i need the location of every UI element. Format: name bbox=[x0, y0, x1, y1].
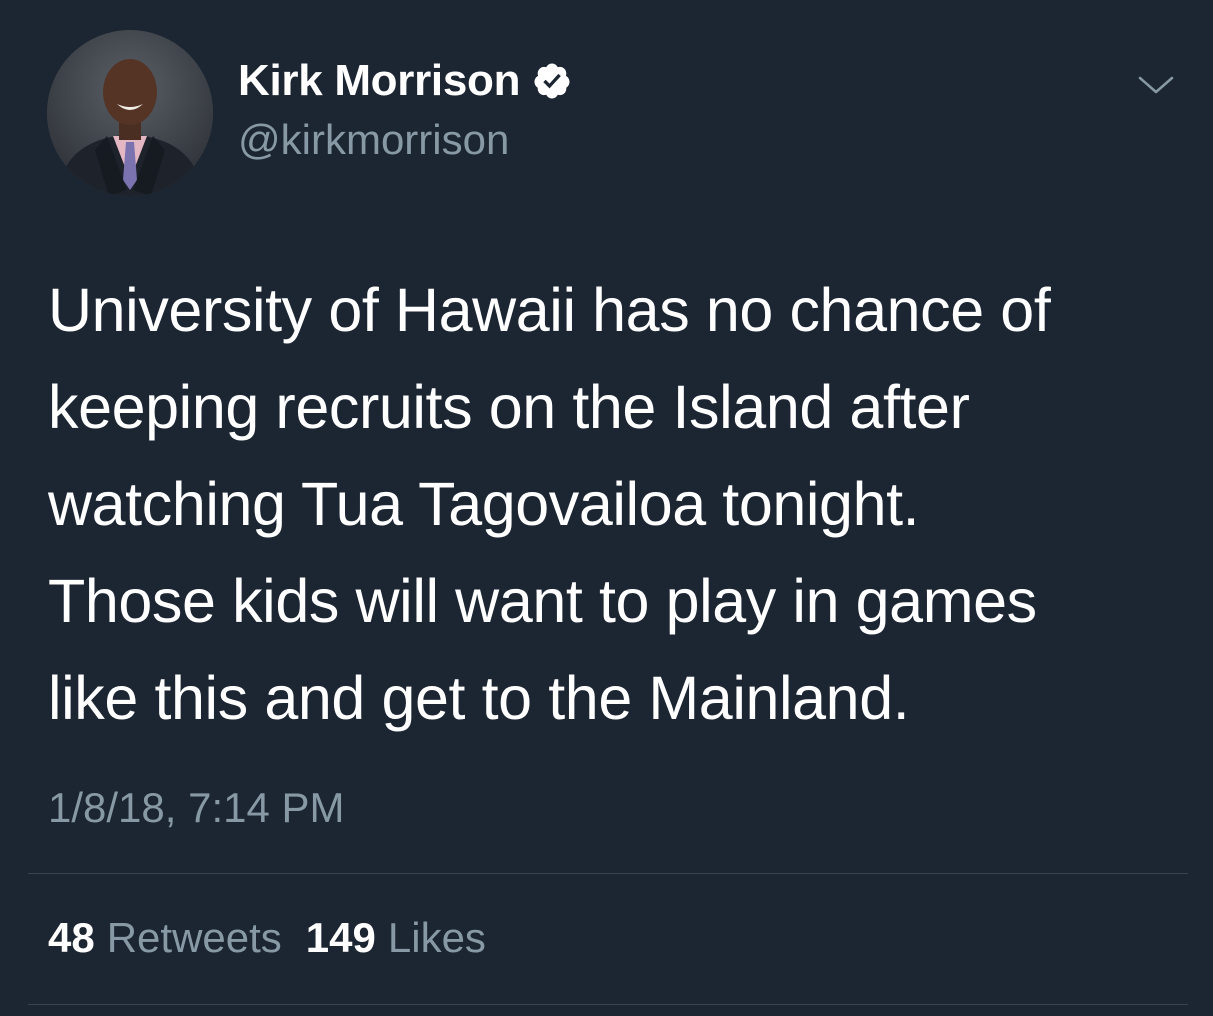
author-name-row[interactable]: Kirk Morrison bbox=[238, 54, 572, 108]
tweet-text-line: keeping recruits on the Island after bbox=[48, 373, 970, 441]
tweet-timestamp: 1/8/18, 7:14 PM bbox=[48, 784, 345, 831]
tweet-stats: 48 Retweets 149 Likes bbox=[48, 912, 510, 964]
chevron-down-icon[interactable] bbox=[1136, 70, 1176, 100]
author-handle[interactable]: @kirkmorrison bbox=[238, 114, 509, 166]
verified-badge-icon bbox=[532, 61, 572, 101]
tweet-text-line: like this and get to the Mainland. bbox=[48, 664, 910, 732]
likes-count: 149 bbox=[305, 914, 376, 961]
author-display-name[interactable]: Kirk Morrison bbox=[238, 54, 520, 108]
retweets-stat[interactable]: 48 Retweets bbox=[48, 912, 282, 964]
avatar-image bbox=[47, 30, 213, 196]
tweet-card: Kirk Morrison @kirkmorrison University o… bbox=[0, 0, 1213, 1016]
tweet-text-line: University of Hawaii has no chance of bbox=[48, 276, 1051, 344]
tweet-text: University of Hawaii has no chance of ke… bbox=[48, 262, 1168, 747]
tweet-text-line: watching Tua Tagovailoa tonight. bbox=[48, 470, 920, 538]
likes-stat[interactable]: 149 Likes bbox=[306, 912, 486, 964]
likes-label: Likes bbox=[387, 914, 486, 961]
tweet-text-line: Those kids will want to play in games bbox=[48, 567, 1037, 635]
avatar[interactable] bbox=[47, 30, 213, 196]
divider bbox=[28, 1004, 1188, 1005]
retweets-label: Retweets bbox=[106, 914, 282, 961]
retweets-count: 48 bbox=[48, 914, 95, 961]
divider bbox=[28, 873, 1188, 874]
